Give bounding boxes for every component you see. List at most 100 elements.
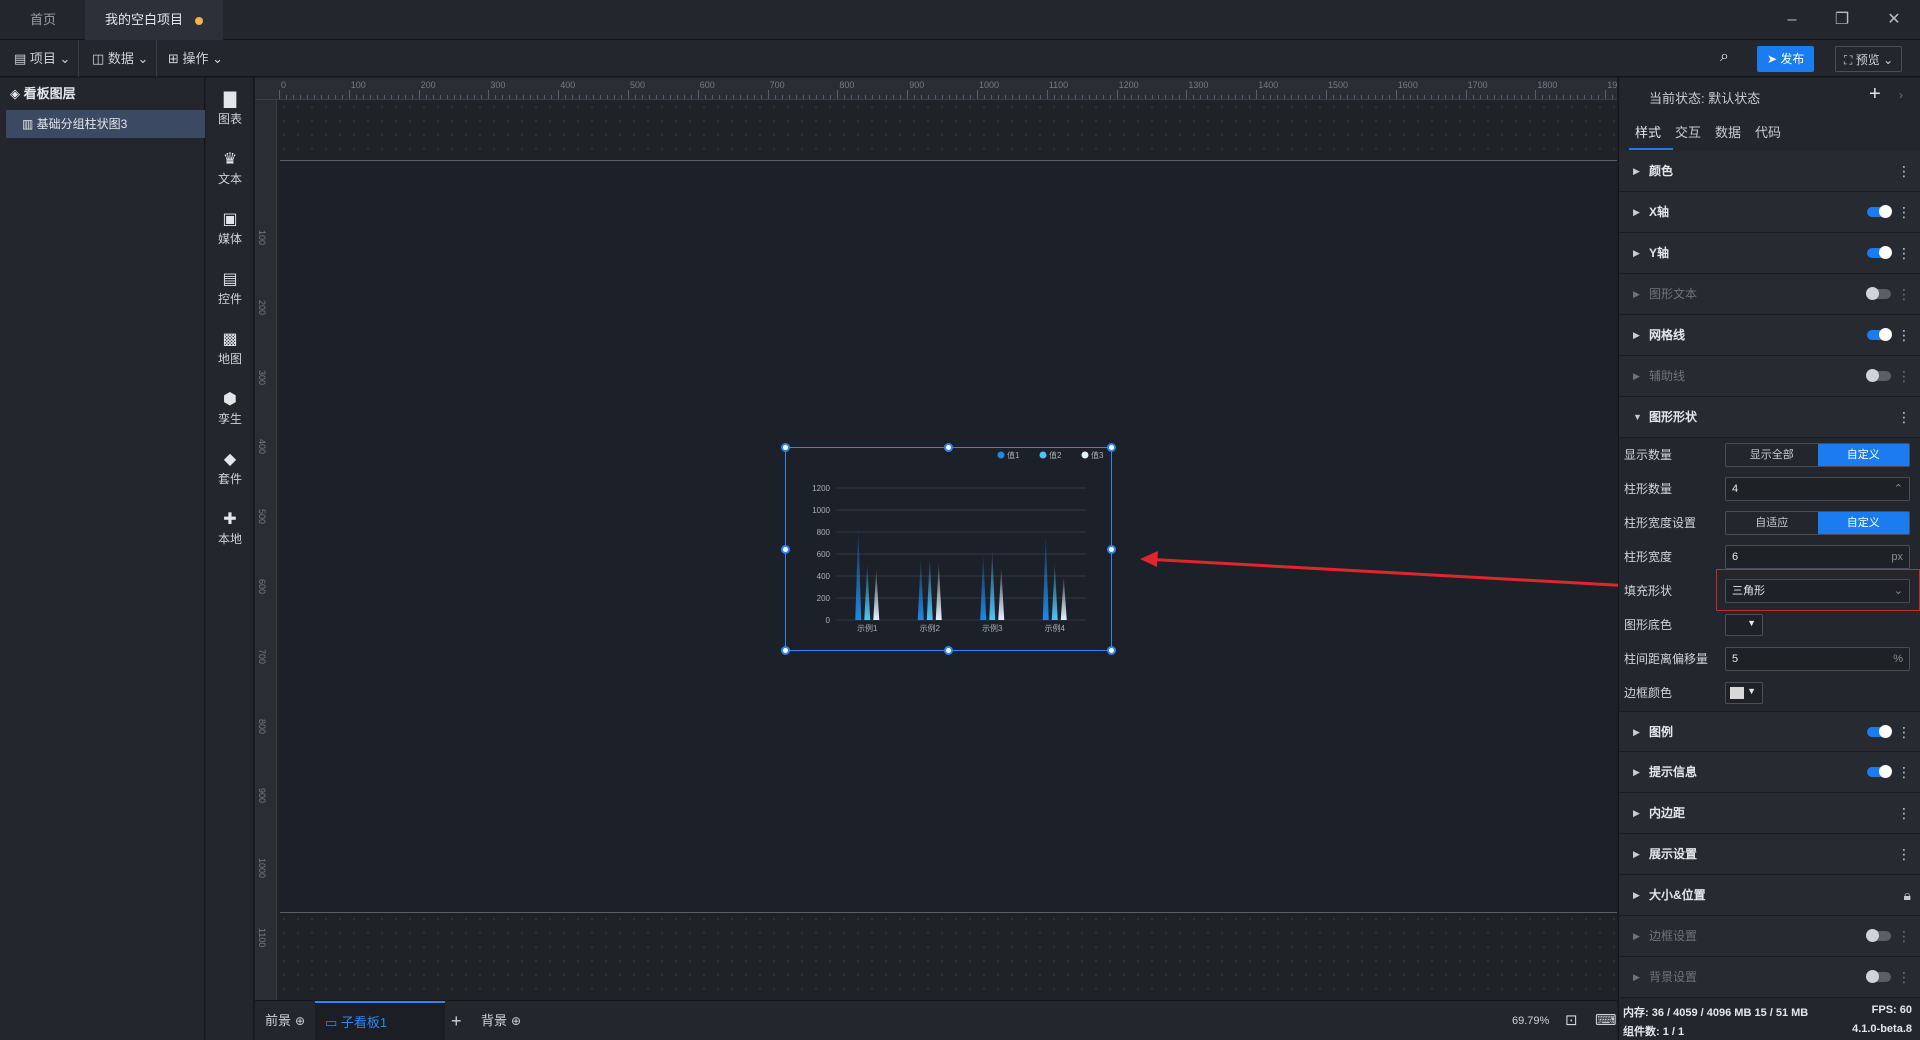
minimize-button[interactable]: –: [1768, 0, 1816, 40]
bar-chart-icon: ▇: [223, 91, 237, 108]
resize-handle-n[interactable]: [944, 443, 953, 452]
chart-widget[interactable]: 值1 值2 值3 0 200 400 600 800 1000 1200 示例1 示例2 示例3 示例4: [781, 443, 1116, 655]
preview-button[interactable]: ⛶ 预览 ⌄: [1835, 46, 1903, 72]
gap-offset-input[interactable]: 5%: [1725, 647, 1910, 671]
more-icon[interactable]: ⋮: [1897, 834, 1911, 874]
section-tooltip[interactable]: ▶ 提示信息 ⋮: [1619, 752, 1920, 793]
resize-handle-s[interactable]: [944, 646, 953, 655]
more-icon[interactable]: ⋮: [1897, 151, 1911, 191]
xaxis-toggle[interactable]: [1867, 205, 1892, 218]
bar-width-input[interactable]: 6 px: [1725, 545, 1910, 569]
gridline-toggle[interactable]: [1867, 328, 1892, 341]
tab-data[interactable]: 数据: [1715, 122, 1741, 141]
more-icon[interactable]: ⋮: [1897, 274, 1911, 314]
component-map[interactable]: ▩ 地图: [206, 330, 254, 367]
more-icon[interactable]: ⋮: [1897, 916, 1911, 956]
fit-screen-icon[interactable]: ⊡: [1565, 1001, 1578, 1040]
resize-handle-nw[interactable]: [781, 443, 790, 452]
field-gap-offset: 柱间距离偏移量 5%: [1619, 642, 1920, 676]
more-icon[interactable]: ⋮: [1897, 712, 1911, 752]
more-icon[interactable]: ⋮: [1897, 752, 1911, 792]
more-icon[interactable]: ⋮: [1897, 192, 1911, 232]
section-guideline[interactable]: ▶ 辅助线 ⋮: [1619, 356, 1920, 397]
resize-handle-e[interactable]: [1107, 545, 1116, 554]
component-local[interactable]: ✚ 本地: [206, 510, 254, 547]
add-state-icon[interactable]: +: [1869, 83, 1881, 106]
tab-style[interactable]: 样式: [1635, 122, 1661, 141]
tab-home[interactable]: 首页: [10, 0, 76, 40]
more-icon[interactable]: ⋮: [1897, 315, 1911, 355]
resize-handle-se[interactable]: [1107, 646, 1116, 655]
base-color-picker[interactable]: ▼: [1725, 614, 1763, 636]
background-toggle[interactable]: [1866, 970, 1891, 983]
more-icon[interactable]: ⋮: [1897, 356, 1911, 396]
component-media[interactable]: ▣ 媒体: [206, 210, 254, 247]
menu-operation[interactable]: ⊞ 操作 ⌄: [160, 40, 231, 77]
x-tick-label: 示例1: [857, 623, 878, 633]
width-auto-option[interactable]: 自适应: [1726, 512, 1818, 534]
add-circle-icon[interactable]: ⊕: [511, 1014, 521, 1028]
component-suite[interactable]: ◆ 套件: [206, 450, 254, 487]
width-custom-option[interactable]: 自定义: [1817, 512, 1909, 534]
section-yaxis[interactable]: ▶ Y轴 ⋮: [1619, 233, 1920, 274]
component-twin[interactable]: ⬢ 孪生: [206, 390, 254, 427]
section-size-position[interactable]: ▶ 大小&位置 🔒︎: [1619, 875, 1920, 916]
menu-data[interactable]: ◫ 数据 ⌄: [84, 40, 158, 77]
state-value[interactable]: 默认状态: [1708, 91, 1760, 106]
lock-icon[interactable]: 🔒︎: [1904, 875, 1911, 915]
layer-item[interactable]: ▥ 基础分组柱状图3: [6, 110, 205, 138]
border-toggle[interactable]: [1866, 929, 1891, 942]
resize-handle-sw[interactable]: [781, 646, 790, 655]
more-icon[interactable]: ⋮: [1897, 397, 1911, 437]
close-button[interactable]: ✕: [1870, 0, 1918, 40]
display-all-option[interactable]: 显示全部: [1726, 444, 1818, 466]
component-control[interactable]: ▤ 控件: [206, 270, 254, 307]
stepper-up-icon[interactable]: ⌃: [1894, 478, 1903, 500]
restore-button[interactable]: ❐: [1818, 0, 1866, 40]
legend-toggle[interactable]: [1867, 725, 1892, 738]
section-border-settings[interactable]: ▶ 边框设置 ⋮: [1619, 916, 1920, 957]
tooltip-toggle[interactable]: [1867, 765, 1892, 778]
more-icon[interactable]: ⋮: [1897, 233, 1911, 273]
tab-code[interactable]: 代码: [1755, 122, 1781, 141]
fill-shape-select[interactable]: 三角形 ⌄: [1725, 579, 1910, 603]
shape-text-toggle[interactable]: [1866, 287, 1891, 300]
section-display-settings[interactable]: ▶ 展示设置 ⋮: [1619, 834, 1920, 875]
publish-button[interactable]: ➤ 发布: [1757, 46, 1815, 72]
more-icon[interactable]: ⋮: [1897, 793, 1911, 833]
foreground-tab[interactable]: 前景 ⊕: [265, 1001, 305, 1040]
add-board-icon[interactable]: +: [451, 1001, 462, 1040]
more-icon[interactable]: ⋮: [1897, 957, 1911, 997]
resize-handle-ne[interactable]: [1107, 443, 1116, 452]
section-background-settings[interactable]: ▶ 背景设置 ⋮: [1619, 957, 1920, 998]
add-circle-icon[interactable]: ⊕: [295, 1014, 305, 1028]
chevron-right-icon[interactable]: ›: [1899, 88, 1903, 102]
border-color-picker[interactable]: ▼: [1725, 682, 1763, 704]
tab-project[interactable]: 我的空白项目: [85, 0, 224, 40]
section-legend[interactable]: ▶ 图例 ⋮: [1619, 711, 1920, 752]
section-color[interactable]: ▶ 颜色 ⋮: [1619, 151, 1920, 192]
ruler-label: 1000: [257, 858, 267, 879]
background-tab[interactable]: 背景 ⊕: [481, 1001, 521, 1040]
tab-interaction[interactable]: 交互: [1675, 122, 1701, 141]
menu-project[interactable]: ▤ 项目 ⌄: [6, 40, 80, 77]
section-shape-text[interactable]: ▶ 图形文本 ⋮: [1619, 274, 1920, 315]
section-xaxis[interactable]: ▶ X轴 ⋮: [1619, 192, 1920, 233]
resize-handle-w[interactable]: [781, 545, 790, 554]
zoom-level[interactable]: 69.79%: [1512, 1001, 1549, 1040]
search-icon[interactable]: ⌕: [1720, 48, 1729, 66]
bar-count-input[interactable]: 4 ⌃: [1725, 477, 1910, 501]
component-text[interactable]: ♛ 文本: [206, 150, 254, 187]
section-shape[interactable]: ▼ 图形形状 ⋮: [1619, 397, 1920, 438]
board-tab-active[interactable]: ▭ 子看板1: [315, 1001, 445, 1040]
menu-data-label: 数据: [107, 51, 134, 66]
guideline-toggle[interactable]: [1866, 369, 1891, 382]
section-padding[interactable]: ▶ 内边距 ⋮: [1619, 793, 1920, 834]
display-custom-option[interactable]: 自定义: [1817, 444, 1909, 466]
section-gridline[interactable]: ▶ 网格线 ⋮: [1619, 315, 1920, 356]
y-tick-label: 400: [817, 572, 831, 581]
keyboard-icon[interactable]: ⌨: [1595, 1001, 1617, 1040]
yaxis-toggle[interactable]: [1867, 246, 1892, 259]
component-chart[interactable]: ▇ 图表: [206, 90, 254, 127]
fill-shape-value: 三角形: [1732, 585, 1765, 597]
